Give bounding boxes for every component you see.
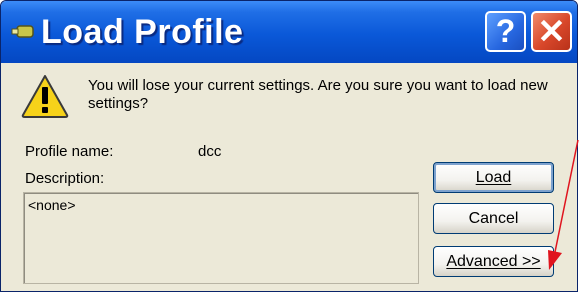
close-icon: ✕	[537, 12, 566, 51]
cancel-button-label: Cancel	[468, 209, 519, 227]
load-button-label: Load	[475, 168, 512, 186]
help-icon: ?	[495, 13, 516, 49]
description-field[interactable]: <none>	[23, 192, 419, 284]
advanced-button[interactable]: Advanced >>	[433, 246, 554, 277]
help-button[interactable]: ?	[485, 11, 526, 52]
window-title: Load Profile	[41, 13, 244, 51]
profile-name-label: Profile name:	[25, 143, 114, 160]
profile-name-value: dcc	[198, 143, 222, 160]
load-profile-dialog: Load Profile ? ✕ You will lose your curr…	[0, 0, 578, 292]
cancel-button[interactable]: Cancel	[433, 203, 554, 234]
warning-icon	[21, 75, 69, 118]
close-button[interactable]: ✕	[531, 11, 572, 52]
advanced-button-label: Advanced >>	[446, 252, 541, 270]
profile-icon	[11, 25, 34, 38]
description-label: Description:	[25, 170, 105, 187]
warning-message: You will lose your current settings. Are…	[88, 77, 548, 112]
title-bar[interactable]: Load Profile ? ✕	[1, 1, 577, 63]
load-button[interactable]: Load	[433, 162, 554, 193]
description-text: <none>	[28, 197, 76, 213]
